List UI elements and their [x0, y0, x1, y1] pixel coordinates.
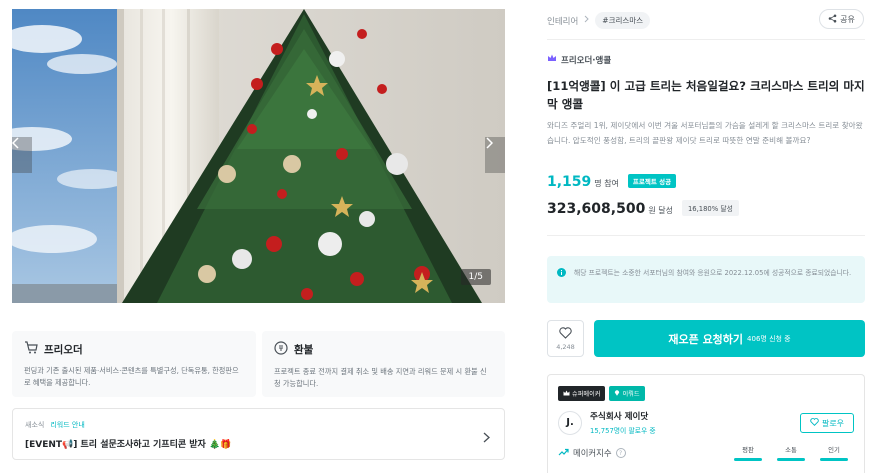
metric-label: 인기 — [828, 446, 840, 454]
metric-bar — [777, 458, 805, 461]
heart-icon — [810, 418, 819, 428]
maker-name: 주식회사 제이닷 — [590, 412, 649, 422]
preorder-card-desc: 펀딩과 기존 출시된 제품·서비스·콘텐츠를 특별구성, 단독유통, 한정판으로… — [24, 366, 239, 387]
refund-card-desc: 프로젝트 종료 전까지 결제 취소 및 배송 지연과 리워드 문제 시 환불 신… — [274, 367, 487, 388]
participant-count: 1,159 — [547, 174, 592, 190]
super-maker-badge: 슈퍼메이커 — [558, 386, 606, 401]
maker-index: 메이커지수 ? — [558, 447, 626, 459]
metric-bar — [820, 458, 848, 461]
help-icon[interactable]: ? — [615, 448, 626, 458]
project-main-image[interactable]: 1/5 — [12, 9, 505, 303]
share-icon — [828, 14, 837, 25]
maker-info-card: 슈퍼메이커 이뤄드 J. 주식회사 제이닷 15,757명이 팔로우 중 팔로우… — [547, 374, 865, 473]
project-ended-text: 해당 프로젝트는 소중한 서포터님의 참여와 응원으로 2022.12.05에 … — [574, 269, 852, 277]
project-type-badge: 프리오더·앵콜 — [547, 53, 611, 66]
preorder-card-title: 프리오더 — [44, 343, 83, 356]
breadcrumb-category[interactable]: 인테리어 — [547, 15, 578, 27]
metric-label: 평판 — [742, 446, 754, 454]
pin-icon — [614, 389, 620, 398]
reopen-request-count: 406명 신청 중 — [747, 334, 791, 343]
like-button[interactable]: 4,248 — [547, 320, 584, 357]
next-image-button[interactable] — [485, 137, 505, 173]
image-counter: 1/5 — [460, 269, 491, 285]
share-button[interactable]: 공유 — [819, 9, 864, 29]
success-badge: 프로젝트 성공 — [627, 174, 677, 188]
divider — [547, 235, 865, 236]
project-description: 와디즈 주얼리 1위, 제이닷에서 이번 겨울 서포터님들의 가슴을 설레게 할… — [547, 121, 863, 145]
crown-icon — [547, 53, 557, 66]
reopen-request-label: 재오픈 요청하기 — [668, 332, 744, 346]
participant-stat: 1,159 명 참여 프로젝트 성공 — [547, 174, 677, 190]
amount-stat: 323,608,500 원 달성 16,180% 달성 — [547, 200, 739, 218]
project-ended-banner: 해당 프로젝트는 소중한 서포터님의 참여와 응원으로 2022.12.05에 … — [547, 256, 865, 303]
reopen-request-button[interactable]: 재오픈 요청하기 406명 신청 중 — [594, 320, 865, 357]
metric-bar — [734, 458, 762, 461]
heart-icon — [559, 326, 572, 341]
metric-label: 소통 — [785, 446, 797, 454]
refund-info-card: 환불 프로젝트 종료 전까지 결제 취소 및 배송 지연과 리워드 문제 시 환… — [262, 331, 505, 397]
amount-raised: 323,608,500 — [547, 201, 646, 217]
project-title: [11억앵콜] 이 고급 트리는 처음일걸요? 크리스마스 트리의 마지막 앵콜 — [547, 79, 865, 111]
maker-fulfill-badge: 이뤄드 — [609, 386, 645, 401]
refund-card-title: 환불 — [294, 344, 314, 356]
breadcrumb: 인테리어 #크리스마스 — [547, 12, 651, 29]
info-icon — [557, 268, 566, 283]
maker-follower-count: 15,757명이 팔로우 중 — [590, 427, 656, 435]
notice-title: [EVENT📢] 트리 설문조사하고 기프티콘 받자 🎄🎁 — [25, 440, 232, 450]
metric-popularity: 인기 — [820, 445, 848, 461]
trend-up-icon — [558, 448, 569, 458]
refund-icon — [274, 341, 288, 358]
notice-tag-news: 새소식 — [25, 421, 45, 429]
metric-communication: 소통 — [777, 445, 805, 461]
christmas-tree-photo — [12, 9, 505, 303]
share-label: 공유 — [840, 14, 855, 24]
maker-index-label: 메이커지수 — [573, 448, 612, 458]
prev-image-button[interactable] — [12, 137, 32, 173]
maker-fulfill-label: 이뤄드 — [622, 391, 640, 398]
project-type-label: 프리오더·앵콜 — [561, 55, 612, 66]
follow-button[interactable]: 팔로우 — [800, 413, 854, 433]
like-count: 4,248 — [556, 342, 575, 351]
chevron-right-icon — [483, 428, 490, 447]
chevron-right-icon — [584, 15, 589, 26]
super-maker-label: 슈퍼메이커 — [572, 391, 601, 398]
preorder-info-card: 프리오더 펀딩과 기존 출시된 제품·서비스·콘텐츠를 특별구성, 단독유통, … — [12, 331, 256, 397]
crown-icon — [563, 390, 570, 398]
maker-logo: J. — [558, 410, 582, 435]
achievement-percent: 16,180% 달성 — [681, 200, 739, 216]
follow-label: 팔로우 — [821, 418, 845, 428]
metric-reputation: 평판 — [734, 445, 762, 461]
breadcrumb-tag[interactable]: #크리스마스 — [595, 12, 651, 29]
amount-unit: 원 달성 — [648, 206, 673, 215]
cart-icon — [24, 341, 38, 357]
divider — [547, 39, 865, 40]
news-notice-link[interactable]: 새소식 리워드 안내 [EVENT📢] 트리 설문조사하고 기프티콘 받자 🎄🎁 — [12, 408, 505, 460]
notice-tag-reward: 리워드 안내 — [50, 421, 85, 429]
maker-profile[interactable]: J. 주식회사 제이닷 15,757명이 팔로우 중 — [558, 410, 656, 435]
participant-unit: 명 참여 — [594, 179, 619, 188]
